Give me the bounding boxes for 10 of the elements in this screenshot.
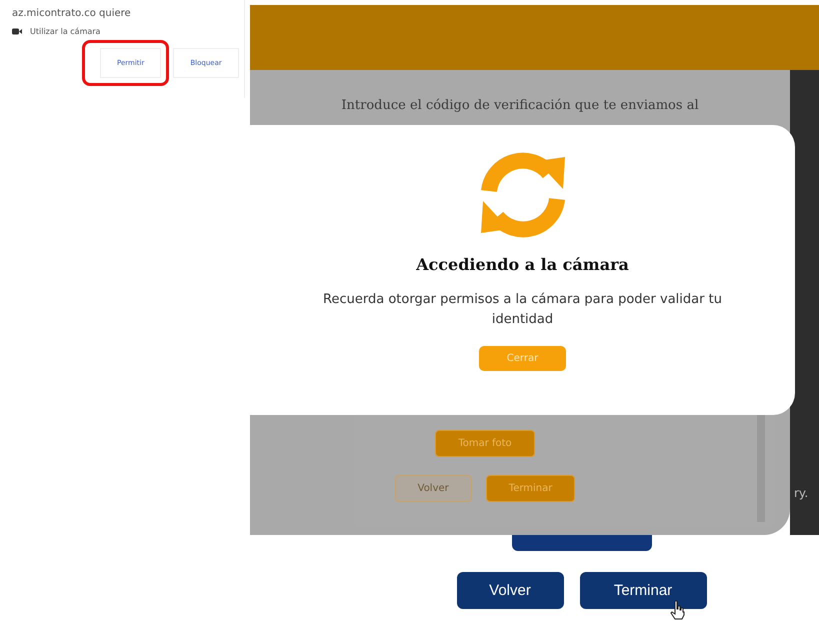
side-text: ry.: [794, 486, 808, 500]
modal-message: Recuerda otorgar permisos a la cámara para poder validar tu identidad: [322, 291, 723, 329]
instruction-text: Introduce el código de verificación que te enviamos al: [341, 98, 699, 113]
hand-cursor-icon: [670, 600, 686, 620]
popup-request: Utilizar la cámara: [30, 27, 100, 36]
modal-title: Accediendo a la cámara: [416, 255, 629, 274]
footer-button[interactable]: Terminar: [580, 572, 706, 609]
popup-origin: az.micontrato.co quiere: [12, 8, 132, 19]
camera-icon: [12, 28, 22, 35]
footer-button[interactable]: Volver: [456, 572, 564, 609]
